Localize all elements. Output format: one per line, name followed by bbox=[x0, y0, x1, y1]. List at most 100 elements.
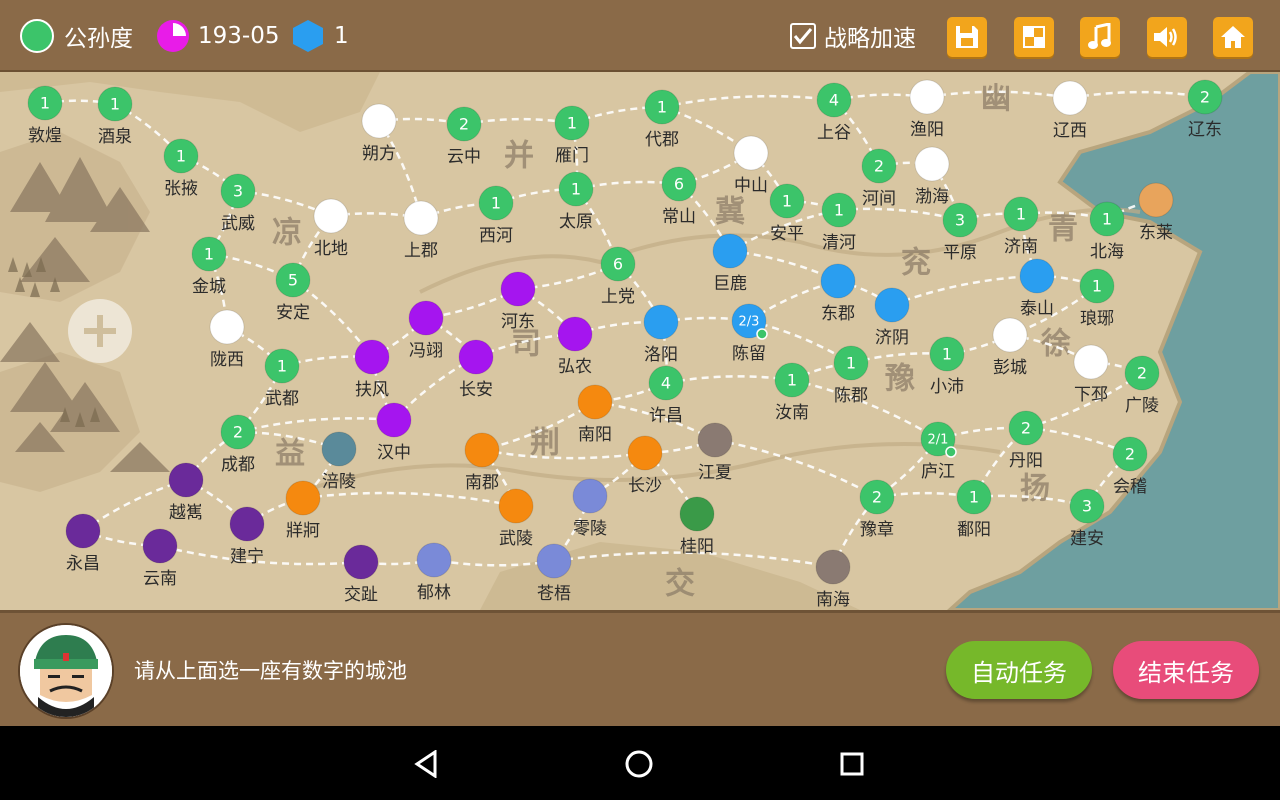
city-marker[interactable] bbox=[500, 271, 536, 307]
city-name: 雁门 bbox=[555, 146, 589, 166]
city-name: 北地 bbox=[314, 239, 348, 259]
city-troop-count: 5 bbox=[288, 271, 298, 290]
city-name: 鄱阳 bbox=[957, 520, 991, 540]
city-name: 长安 bbox=[459, 380, 493, 400]
city-marker[interactable] bbox=[820, 263, 856, 299]
status-bar: 公孙度 193-05 1 战略加速 bbox=[0, 0, 1280, 72]
city-marker[interactable] bbox=[909, 79, 945, 115]
music-button[interactable] bbox=[1080, 17, 1120, 57]
city-troop-count: 2 bbox=[1137, 364, 1147, 383]
city-name: 牂牁 bbox=[286, 521, 320, 541]
city-troop-count: 1 bbox=[942, 345, 952, 364]
city-marker[interactable] bbox=[354, 339, 390, 375]
city-marker[interactable] bbox=[229, 506, 265, 542]
recents-button[interactable] bbox=[832, 746, 872, 782]
city-name: 交趾 bbox=[344, 585, 378, 605]
city-marker[interactable] bbox=[697, 422, 733, 458]
city-marker[interactable] bbox=[458, 339, 494, 375]
city-troop-count: 2 bbox=[1021, 419, 1031, 438]
city-troop-count: 4 bbox=[829, 91, 839, 110]
city-name: 平原 bbox=[943, 243, 977, 263]
city-marker[interactable] bbox=[1138, 182, 1174, 218]
city-troop-count: 1 bbox=[571, 180, 581, 199]
city-name: 陈郡 bbox=[834, 386, 868, 406]
city-troop-count: 2 bbox=[1200, 88, 1210, 107]
city-name: 许昌 bbox=[649, 406, 683, 426]
end-task-button[interactable]: 结束任务 bbox=[1113, 641, 1259, 699]
city-marker[interactable] bbox=[712, 233, 748, 269]
save-button[interactable] bbox=[947, 17, 987, 57]
city-marker[interactable] bbox=[577, 384, 613, 420]
city-name: 越嶲 bbox=[169, 503, 203, 523]
city-name: 南阳 bbox=[578, 425, 612, 445]
city-marker[interactable] bbox=[733, 135, 769, 171]
city-name: 冯翊 bbox=[409, 341, 443, 361]
city-marker[interactable] bbox=[627, 435, 663, 471]
auto-task-button[interactable]: 自动任务 bbox=[946, 641, 1092, 699]
zoom-in-button[interactable] bbox=[68, 299, 132, 363]
home-button[interactable] bbox=[1213, 17, 1253, 57]
city-marker[interactable] bbox=[321, 431, 357, 467]
city-marker[interactable] bbox=[1073, 344, 1109, 380]
city-marker[interactable] bbox=[416, 542, 452, 578]
region-label: 豫 bbox=[885, 362, 915, 397]
city-marker[interactable] bbox=[285, 480, 321, 516]
city-troop-count: 2 bbox=[459, 115, 469, 134]
city-marker[interactable] bbox=[536, 543, 572, 579]
city-marker[interactable] bbox=[343, 544, 379, 580]
city-marker[interactable] bbox=[1019, 258, 1055, 294]
city-marker[interactable] bbox=[464, 432, 500, 468]
city-name: 永昌 bbox=[66, 554, 100, 574]
city-marker[interactable] bbox=[65, 513, 101, 549]
home-nav-button[interactable] bbox=[619, 746, 659, 782]
system-nav-bar bbox=[0, 726, 1280, 800]
resource-info: 1 bbox=[292, 0, 349, 72]
advisor-face-icon bbox=[20, 625, 112, 717]
city-name: 泰山 bbox=[1020, 299, 1054, 319]
city-marker[interactable] bbox=[679, 496, 715, 532]
city-name: 陇西 bbox=[210, 350, 244, 370]
ruler-color-dot bbox=[20, 19, 54, 53]
city-troop-count: 1 bbox=[204, 245, 214, 264]
city-marker[interactable] bbox=[142, 528, 178, 564]
city-name: 河东 bbox=[501, 312, 535, 332]
fast-strategy-toggle[interactable]: 战略加速 bbox=[790, 0, 916, 72]
city-troop-count: 4 bbox=[661, 374, 671, 393]
city-name: 渤海 bbox=[915, 187, 949, 207]
city-name: 中山 bbox=[734, 176, 768, 196]
city-name: 汉中 bbox=[377, 443, 411, 463]
city-name: 济南 bbox=[1004, 237, 1038, 257]
city-troop-count: 1 bbox=[657, 98, 667, 117]
city-troop-count: 2 bbox=[1125, 445, 1135, 464]
city-marker[interactable] bbox=[403, 200, 439, 236]
city-marker[interactable] bbox=[874, 287, 910, 323]
city-marker[interactable] bbox=[815, 549, 851, 585]
city-marker[interactable] bbox=[1052, 80, 1088, 116]
city-marker[interactable] bbox=[168, 462, 204, 498]
city-marker[interactable] bbox=[498, 488, 534, 524]
city-marker[interactable] bbox=[992, 317, 1028, 353]
city-name: 庐江 bbox=[921, 462, 955, 482]
city-marker[interactable] bbox=[376, 402, 412, 438]
city-marker[interactable] bbox=[557, 316, 593, 352]
city-marker[interactable] bbox=[209, 309, 245, 345]
city-marker[interactable] bbox=[643, 304, 679, 340]
region-label: 凉 bbox=[272, 216, 302, 251]
city-troop-count: 1 bbox=[846, 354, 856, 373]
army-marker-icon bbox=[945, 446, 957, 458]
city-marker[interactable] bbox=[572, 478, 608, 514]
city-name: 云南 bbox=[143, 569, 177, 589]
checkbox[interactable] bbox=[790, 23, 816, 49]
city-marker[interactable] bbox=[313, 198, 349, 234]
city-name: 太原 bbox=[559, 212, 593, 232]
sound-button[interactable] bbox=[1147, 17, 1187, 57]
city-name: 清河 bbox=[822, 233, 856, 253]
city-marker[interactable] bbox=[361, 103, 397, 139]
army-marker-icon bbox=[756, 328, 768, 340]
city-marker[interactable] bbox=[914, 146, 950, 182]
date-pie-icon bbox=[157, 20, 189, 52]
city-name: 河间 bbox=[862, 189, 896, 209]
map-toggle-button[interactable] bbox=[1014, 17, 1054, 57]
back-button[interactable] bbox=[406, 746, 446, 782]
city-marker[interactable] bbox=[408, 300, 444, 336]
